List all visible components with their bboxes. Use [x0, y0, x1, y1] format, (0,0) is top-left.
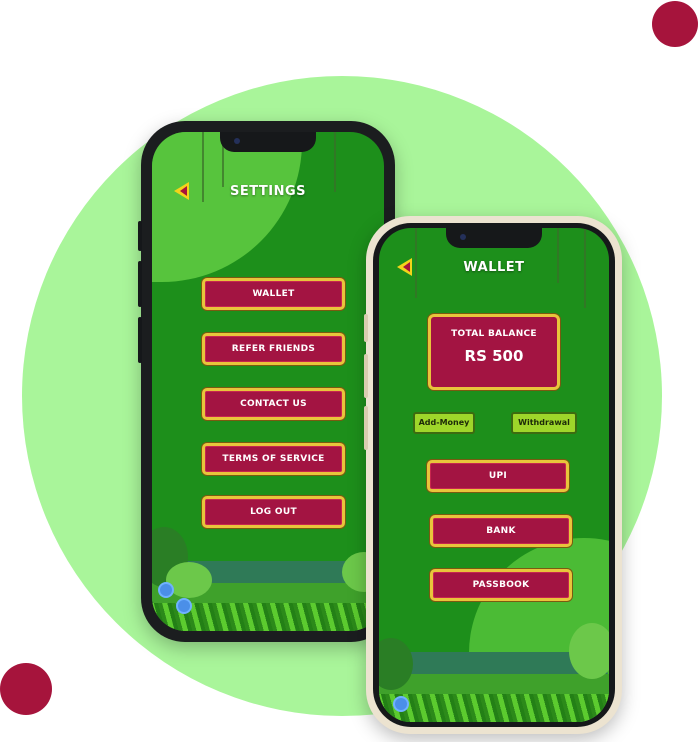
- flower: [178, 600, 190, 612]
- withdrawal-button[interactable]: Withdrawal: [511, 412, 577, 434]
- terms-of-service-button[interactable]: TERMS OF SERVICE: [202, 443, 345, 475]
- phone-notch: [220, 132, 316, 152]
- bush: [166, 562, 212, 598]
- flower: [160, 584, 172, 596]
- wallet-phone: WALLET TOTAL BALANCE RS 500 Add-Money Wi…: [364, 216, 622, 734]
- settings-title: SETTINGS: [229, 184, 307, 199]
- vine: [334, 132, 336, 192]
- upi-button[interactable]: UPI: [427, 460, 569, 492]
- bush: [569, 623, 609, 679]
- wallet-title: WALLET: [463, 260, 525, 275]
- phone-side-button: [138, 261, 142, 307]
- flower: [395, 698, 407, 710]
- bank-button[interactable]: BANK: [430, 515, 572, 547]
- settings-screen: SETTINGS WALLET REFER FRIENDS CONTACT US…: [152, 132, 384, 631]
- phone-side-button: [364, 354, 368, 398]
- decorative-dot-bottom: [0, 663, 52, 715]
- refer-friends-button[interactable]: REFER FRIENDS: [202, 333, 345, 365]
- phone-side-button: [138, 317, 142, 363]
- contact-us-button[interactable]: CONTACT US: [202, 388, 345, 420]
- decorative-dot-top: [652, 1, 698, 47]
- passbook-button[interactable]: PASSBOOK: [430, 569, 572, 601]
- total-balance-label: TOTAL BALANCE: [451, 329, 537, 339]
- total-balance-card: TOTAL BALANCE RS 500: [428, 314, 560, 390]
- wallet-screen: WALLET TOTAL BALANCE RS 500 Add-Money Wi…: [379, 228, 609, 722]
- log-out-button[interactable]: LOG OUT: [202, 496, 345, 528]
- settings-phone: SETTINGS WALLET REFER FRIENDS CONTACT US…: [138, 121, 395, 642]
- phone-side-button: [364, 314, 368, 342]
- wallet-button[interactable]: WALLET: [202, 278, 345, 310]
- balance-amount: RS 500: [464, 347, 524, 365]
- background-light-shape: [152, 132, 302, 282]
- phone-notch: [446, 228, 542, 248]
- phone-side-button: [138, 221, 142, 251]
- phone-side-button: [364, 406, 368, 450]
- add-money-button[interactable]: Add-Money: [413, 412, 475, 434]
